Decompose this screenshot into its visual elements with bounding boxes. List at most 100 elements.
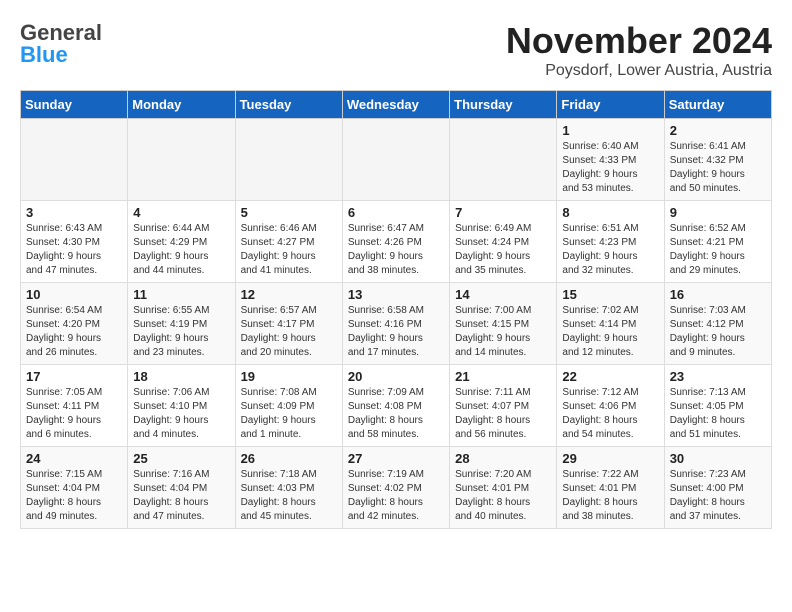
day-number: 4 bbox=[133, 205, 229, 220]
calendar-cell: 27 Sunrise: 7:19 AM Sunset: 4:02 PM Dayli… bbox=[342, 447, 449, 529]
day-info: Sunrise: 6:55 AM Sunset: 4:19 PM Dayligh… bbox=[133, 304, 229, 360]
day-info: Sunrise: 7:12 AM Sunset: 4:06 PM Dayligh… bbox=[562, 386, 658, 442]
day-info: Sunrise: 7:22 AM Sunset: 4:01 PM Dayligh… bbox=[562, 468, 658, 524]
day-number: 17 bbox=[26, 369, 122, 384]
day-info: Sunrise: 7:05 AM Sunset: 4:11 PM Dayligh… bbox=[26, 386, 122, 442]
calendar-week-4: 17 Sunrise: 7:05 AM Sunset: 4:11 PM Dayli… bbox=[21, 365, 772, 447]
calendar-cell: 21Sunrise: 7:11 AM Sunset: 4:07 PM Dayli… bbox=[450, 365, 557, 447]
calendar-cell: 3 Sunrise: 6:43 AM Sunset: 4:30 PM Daylig… bbox=[21, 201, 128, 283]
header-day-monday: Monday bbox=[128, 91, 235, 119]
day-number: 5 bbox=[241, 205, 337, 220]
calendar-cell: 13 Sunrise: 6:58 AM Sunset: 4:16 PM Dayli… bbox=[342, 283, 449, 365]
calendar-cell: 23 Sunrise: 7:13 AM Sunset: 4:05 PM Dayli… bbox=[664, 365, 771, 447]
header-day-thursday: Thursday bbox=[450, 91, 557, 119]
day-info: Sunrise: 6:54 AM Sunset: 4:20 PM Dayligh… bbox=[26, 304, 122, 360]
day-info: Sunrise: 6:57 AM Sunset: 4:17 PM Dayligh… bbox=[241, 304, 337, 360]
day-info: Sunrise: 7:19 AM Sunset: 4:02 PM Dayligh… bbox=[348, 468, 444, 524]
day-number: 23 bbox=[670, 369, 766, 384]
calendar-cell bbox=[21, 119, 128, 201]
calendar-cell: 19 Sunrise: 7:08 AM Sunset: 4:09 PM Dayli… bbox=[235, 365, 342, 447]
day-number: 13 bbox=[348, 287, 444, 302]
day-info: Sunrise: 6:41 AM Sunset: 4:32 PM Dayligh… bbox=[670, 140, 766, 196]
day-info: Sunrise: 6:44 AM Sunset: 4:29 PM Dayligh… bbox=[133, 222, 229, 278]
header-day-saturday: Saturday bbox=[664, 91, 771, 119]
calendar-week-5: 24Sunrise: 7:15 AM Sunset: 4:04 PM Dayli… bbox=[21, 447, 772, 529]
calendar-title: November 2024 bbox=[506, 20, 772, 62]
calendar-cell: 16 Sunrise: 7:03 AM Sunset: 4:12 PM Dayli… bbox=[664, 283, 771, 365]
day-number: 15 bbox=[562, 287, 658, 302]
day-number: 28 bbox=[455, 451, 551, 466]
day-number: 21 bbox=[455, 369, 551, 384]
calendar-cell: 7 Sunrise: 6:49 AM Sunset: 4:24 PM Daylig… bbox=[450, 201, 557, 283]
day-number: 26 bbox=[241, 451, 337, 466]
calendar-cell: 11Sunrise: 6:55 AM Sunset: 4:19 PM Dayli… bbox=[128, 283, 235, 365]
day-number: 10 bbox=[26, 287, 122, 302]
calendar-week-2: 3 Sunrise: 6:43 AM Sunset: 4:30 PM Daylig… bbox=[21, 201, 772, 283]
day-number: 19 bbox=[241, 369, 337, 384]
day-number: 14 bbox=[455, 287, 551, 302]
calendar-cell: 2Sunrise: 6:41 AM Sunset: 4:32 PM Daylig… bbox=[664, 119, 771, 201]
calendar-cell: 20 Sunrise: 7:09 AM Sunset: 4:08 PM Dayli… bbox=[342, 365, 449, 447]
day-info: Sunrise: 6:47 AM Sunset: 4:26 PM Dayligh… bbox=[348, 222, 444, 278]
day-info: Sunrise: 6:49 AM Sunset: 4:24 PM Dayligh… bbox=[455, 222, 551, 278]
day-number: 12 bbox=[241, 287, 337, 302]
day-number: 18 bbox=[133, 369, 229, 384]
day-info: Sunrise: 7:16 AM Sunset: 4:04 PM Dayligh… bbox=[133, 468, 229, 524]
calendar-cell: 12 Sunrise: 6:57 AM Sunset: 4:17 PM Dayli… bbox=[235, 283, 342, 365]
day-number: 30 bbox=[670, 451, 766, 466]
calendar-cell: 14 Sunrise: 7:00 AM Sunset: 4:15 PM Dayli… bbox=[450, 283, 557, 365]
day-number: 20 bbox=[348, 369, 444, 384]
day-info: Sunrise: 6:43 AM Sunset: 4:30 PM Dayligh… bbox=[26, 222, 122, 278]
calendar-cell: 17 Sunrise: 7:05 AM Sunset: 4:11 PM Dayli… bbox=[21, 365, 128, 447]
calendar-cell bbox=[450, 119, 557, 201]
calendar-cell: 29 Sunrise: 7:22 AM Sunset: 4:01 PM Dayli… bbox=[557, 447, 664, 529]
day-info: Sunrise: 7:08 AM Sunset: 4:09 PM Dayligh… bbox=[241, 386, 337, 442]
day-info: Sunrise: 7:03 AM Sunset: 4:12 PM Dayligh… bbox=[670, 304, 766, 360]
header-day-wednesday: Wednesday bbox=[342, 91, 449, 119]
calendar-cell: 10 Sunrise: 6:54 AM Sunset: 4:20 PM Dayli… bbox=[21, 283, 128, 365]
day-info: Sunrise: 7:13 AM Sunset: 4:05 PM Dayligh… bbox=[670, 386, 766, 442]
calendar-cell: 1 Sunrise: 6:40 AM Sunset: 4:33 PM Daylig… bbox=[557, 119, 664, 201]
day-number: 8 bbox=[562, 205, 658, 220]
calendar-cell: 8 Sunrise: 6:51 AM Sunset: 4:23 PM Daylig… bbox=[557, 201, 664, 283]
calendar-cell: 25 Sunrise: 7:16 AM Sunset: 4:04 PM Dayli… bbox=[128, 447, 235, 529]
calendar-cell: 4 Sunrise: 6:44 AM Sunset: 4:29 PM Daylig… bbox=[128, 201, 235, 283]
calendar-cell: 5 Sunrise: 6:46 AM Sunset: 4:27 PM Daylig… bbox=[235, 201, 342, 283]
title-section: November 2024 Poysdorf, Lower Austria, A… bbox=[506, 20, 772, 80]
calendar-header-row: SundayMondayTuesdayWednesdayThursdayFrid… bbox=[21, 91, 772, 119]
calendar-cell: 6 Sunrise: 6:47 AM Sunset: 4:26 PM Daylig… bbox=[342, 201, 449, 283]
day-number: 16 bbox=[670, 287, 766, 302]
day-number: 6 bbox=[348, 205, 444, 220]
logo: General Blue bbox=[20, 20, 100, 68]
calendar-cell: 26Sunrise: 7:18 AM Sunset: 4:03 PM Dayli… bbox=[235, 447, 342, 529]
day-info: Sunrise: 6:40 AM Sunset: 4:33 PM Dayligh… bbox=[562, 140, 658, 196]
calendar-cell bbox=[128, 119, 235, 201]
calendar-table: SundayMondayTuesdayWednesdayThursdayFrid… bbox=[20, 90, 772, 529]
page-header: General Blue November 2024 Poysdorf, Low… bbox=[20, 20, 772, 80]
day-number: 27 bbox=[348, 451, 444, 466]
day-info: Sunrise: 7:00 AM Sunset: 4:15 PM Dayligh… bbox=[455, 304, 551, 360]
day-info: Sunrise: 7:02 AM Sunset: 4:14 PM Dayligh… bbox=[562, 304, 658, 360]
calendar-cell bbox=[342, 119, 449, 201]
calendar-cell bbox=[235, 119, 342, 201]
day-info: Sunrise: 6:51 AM Sunset: 4:23 PM Dayligh… bbox=[562, 222, 658, 278]
calendar-cell: 15 Sunrise: 7:02 AM Sunset: 4:14 PM Dayli… bbox=[557, 283, 664, 365]
calendar-cell: 24Sunrise: 7:15 AM Sunset: 4:04 PM Dayli… bbox=[21, 447, 128, 529]
day-info: Sunrise: 7:09 AM Sunset: 4:08 PM Dayligh… bbox=[348, 386, 444, 442]
day-number: 1 bbox=[562, 123, 658, 138]
day-number: 7 bbox=[455, 205, 551, 220]
calendar-cell: 22 Sunrise: 7:12 AM Sunset: 4:06 PM Dayli… bbox=[557, 365, 664, 447]
day-number: 29 bbox=[562, 451, 658, 466]
calendar-cell: 9Sunrise: 6:52 AM Sunset: 4:21 PM Daylig… bbox=[664, 201, 771, 283]
day-info: Sunrise: 6:52 AM Sunset: 4:21 PM Dayligh… bbox=[670, 222, 766, 278]
day-info: Sunrise: 6:46 AM Sunset: 4:27 PM Dayligh… bbox=[241, 222, 337, 278]
calendar-week-3: 10 Sunrise: 6:54 AM Sunset: 4:20 PM Dayli… bbox=[21, 283, 772, 365]
calendar-subtitle: Poysdorf, Lower Austria, Austria bbox=[506, 62, 772, 80]
day-number: 22 bbox=[562, 369, 658, 384]
day-number: 25 bbox=[133, 451, 229, 466]
day-info: Sunrise: 6:58 AM Sunset: 4:16 PM Dayligh… bbox=[348, 304, 444, 360]
day-info: Sunrise: 7:15 AM Sunset: 4:04 PM Dayligh… bbox=[26, 468, 122, 524]
day-number: 3 bbox=[26, 205, 122, 220]
calendar-cell: 30Sunrise: 7:23 AM Sunset: 4:00 PM Dayli… bbox=[664, 447, 771, 529]
day-info: Sunrise: 7:20 AM Sunset: 4:01 PM Dayligh… bbox=[455, 468, 551, 524]
